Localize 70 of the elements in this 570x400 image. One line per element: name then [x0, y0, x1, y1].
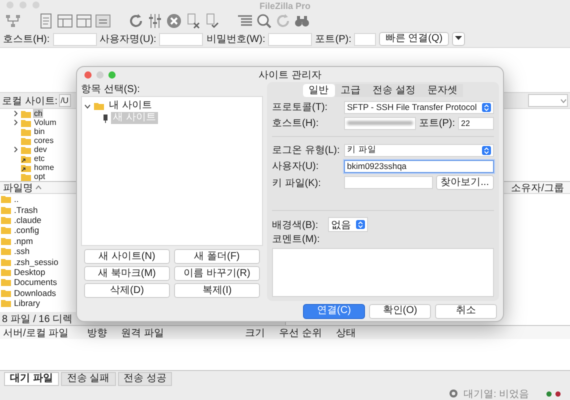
tree-item[interactable]: home: [33, 163, 56, 172]
column-header[interactable]: 소유자/그룹: [511, 180, 564, 194]
dialog-button[interactable]: 취소: [435, 304, 497, 318]
field-label: 비밀번호(W):: [206, 33, 266, 46]
field-label: 키 파일(K):: [272, 176, 322, 190]
tab[interactable]: 전송 성공: [118, 372, 172, 386]
field-label: 사용자(U):: [272, 160, 320, 173]
tab[interactable]: 전송 실패: [60, 372, 116, 386]
column-header: 방향: [87, 326, 107, 340]
tree-item[interactable]: dev: [33, 145, 48, 154]
dialog-button[interactable]: 이름 바꾸기(R): [174, 266, 260, 281]
file-name[interactable]: Downloads: [14, 288, 56, 298]
file-name[interactable]: Desktop: [14, 266, 46, 277]
tab[interactable]: 고급: [334, 84, 367, 97]
logon-type-select[interactable]: 키 파일: [344, 144, 494, 156]
tab[interactable]: 일반: [302, 84, 335, 97]
tree-item[interactable]: cores: [33, 136, 55, 145]
browse-button[interactable]: 찾아보기...: [436, 175, 494, 190]
tree-item[interactable]: Volum: [33, 118, 58, 127]
tab[interactable]: 문자셋: [421, 84, 464, 97]
dialog-button[interactable]: 연결(C): [303, 304, 365, 318]
column-header: 서버/로컬 파일: [3, 326, 70, 340]
tab[interactable]: 대기 파일: [4, 372, 59, 386]
file-name[interactable]: .Trash: [14, 204, 38, 215]
file-name[interactable]: .zsh_sessio: [14, 256, 58, 267]
file-name[interactable]: .config: [14, 225, 40, 236]
field-label: 코멘트(M):: [272, 233, 321, 246]
dialog-button[interactable]: 삭제(D): [84, 283, 170, 298]
input-field[interactable]: 22: [458, 116, 494, 130]
file-name[interactable]: .npm: [14, 236, 33, 246]
file-name[interactable]: ..: [14, 194, 19, 204]
field-label: 사용자명(U):: [100, 33, 156, 46]
field-label: 호스트(H):: [3, 33, 50, 46]
tree-item[interactable]: opt: [33, 172, 46, 181]
field-label: 포트(P):: [418, 117, 455, 130]
file-name[interactable]: .claude: [14, 214, 42, 225]
file-name[interactable]: Library: [14, 298, 40, 308]
status-text: 8 파일 / 16 디렉: [2, 312, 73, 326]
tree-item[interactable]: etc: [33, 154, 46, 163]
field-label: 호스트(H):: [272, 117, 320, 130]
quickconnect-button[interactable]: 빠른 연결(Q): [379, 32, 449, 46]
tree-item[interactable]: bin: [33, 127, 46, 136]
field-label: 프로토콜(T):: [272, 101, 329, 114]
column-header: 우선 순위: [279, 326, 322, 340]
dialog-button[interactable]: 복제(I): [174, 283, 260, 298]
field-label: 항목 선택(S):: [81, 83, 141, 96]
column-header: 상태: [336, 326, 356, 340]
field-label: 배경색(B):: [272, 218, 320, 232]
queue-status: 대기열: 비었음: [463, 388, 529, 400]
dialog-button[interactable]: 새 폴더(F): [174, 249, 260, 264]
column-header: 원격 파일: [121, 326, 165, 340]
input-field[interactable]: bkim0923sshqa: [344, 160, 494, 172]
field-label: 로컬 사이트:: [2, 94, 58, 108]
file-name[interactable]: Documents: [14, 277, 57, 288]
dialog-button[interactable]: 새 북마크(M): [84, 266, 170, 281]
column-header: 크기: [245, 326, 265, 340]
dialog-title: 사이트 관리자: [258, 68, 322, 82]
field-label: 포트(P):: [315, 33, 352, 46]
field-label: 로그온 유형(L):: [272, 144, 341, 157]
column-header[interactable]: 파일명: [3, 180, 33, 194]
protocol-select[interactable]: SFTP - SSH File Transfer Protocol: [344, 100, 494, 114]
color-select[interactable]: 없음: [328, 217, 368, 232]
tree-item[interactable]: 내 사이트: [107, 100, 154, 112]
path-field[interactable]: /U: [58, 94, 71, 107]
file-name[interactable]: .ssh: [14, 246, 30, 256]
tab[interactable]: 전송 설정: [366, 84, 422, 97]
window-title: FileZilla Pro: [259, 0, 310, 10]
dialog-button[interactable]: 확인(O): [369, 304, 431, 318]
tree-item[interactable]: ch: [33, 109, 44, 118]
dialog-button[interactable]: 새 사이트(N): [84, 249, 170, 264]
